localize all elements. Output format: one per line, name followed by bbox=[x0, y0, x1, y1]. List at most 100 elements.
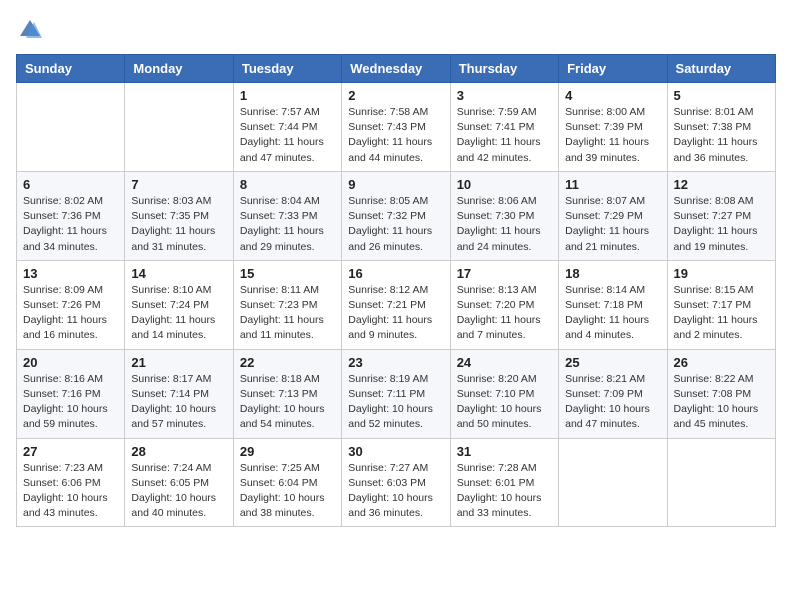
day-info: Sunrise: 8:14 AM Sunset: 7:18 PM Dayligh… bbox=[565, 283, 660, 344]
calendar-cell: 26 Sunrise: 8:22 AM Sunset: 7:08 PM Dayli… bbox=[667, 349, 775, 438]
calendar-cell: 24 Sunrise: 8:20 AM Sunset: 7:10 PM Dayli… bbox=[450, 349, 558, 438]
calendar-cell: 9 Sunrise: 8:05 AM Sunset: 7:32 PM Daylig… bbox=[342, 171, 450, 260]
day-number: 9 bbox=[348, 177, 443, 192]
calendar-cell: 22 Sunrise: 8:18 AM Sunset: 7:13 PM Dayli… bbox=[233, 349, 341, 438]
day-info: Sunrise: 8:02 AM Sunset: 7:36 PM Dayligh… bbox=[23, 194, 118, 255]
day-number: 24 bbox=[457, 355, 552, 370]
day-number: 1 bbox=[240, 88, 335, 103]
calendar-cell: 15 Sunrise: 8:11 AM Sunset: 7:23 PM Dayli… bbox=[233, 260, 341, 349]
day-info: Sunrise: 7:58 AM Sunset: 7:43 PM Dayligh… bbox=[348, 105, 443, 166]
day-info: Sunrise: 8:08 AM Sunset: 7:27 PM Dayligh… bbox=[674, 194, 769, 255]
calendar-cell: 31Sunrise: 7:28 AM Sunset: 6:01 PM Dayli… bbox=[450, 438, 558, 527]
day-info: Sunrise: 8:18 AM Sunset: 7:13 PM Dayligh… bbox=[240, 372, 335, 433]
calendar-cell: 1 Sunrise: 7:57 AM Sunset: 7:44 PM Daylig… bbox=[233, 83, 341, 172]
day-number: 14 bbox=[131, 266, 226, 281]
day-info: Sunrise: 8:07 AM Sunset: 7:29 PM Dayligh… bbox=[565, 194, 660, 255]
day-info: Sunrise: 8:05 AM Sunset: 7:32 PM Dayligh… bbox=[348, 194, 443, 255]
calendar-cell: 30 Sunrise: 7:27 AM Sunset: 6:03 PM Dayli… bbox=[342, 438, 450, 527]
day-info: Sunrise: 8:22 AM Sunset: 7:08 PM Dayligh… bbox=[674, 372, 769, 433]
page-header bbox=[16, 16, 776, 44]
day-info: Sunrise: 8:00 AM Sunset: 7:39 PM Dayligh… bbox=[565, 105, 660, 166]
weekday-header-friday: Friday bbox=[559, 55, 667, 83]
day-info: Sunrise: 7:23 AM Sunset: 6:06 PM Dayligh… bbox=[23, 461, 118, 522]
logo bbox=[16, 16, 48, 44]
day-number: 7 bbox=[131, 177, 226, 192]
day-info: Sunrise: 8:06 AM Sunset: 7:30 PM Dayligh… bbox=[457, 194, 552, 255]
day-info: Sunrise: 8:13 AM Sunset: 7:20 PM Dayligh… bbox=[457, 283, 552, 344]
day-info: Sunrise: 8:04 AM Sunset: 7:33 PM Dayligh… bbox=[240, 194, 335, 255]
calendar-cell: 7 Sunrise: 8:03 AM Sunset: 7:35 PM Daylig… bbox=[125, 171, 233, 260]
day-number: 12 bbox=[674, 177, 769, 192]
day-number: 18 bbox=[565, 266, 660, 281]
day-info: Sunrise: 8:21 AM Sunset: 7:09 PM Dayligh… bbox=[565, 372, 660, 433]
day-number: 5 bbox=[674, 88, 769, 103]
logo-icon bbox=[16, 16, 44, 44]
day-number: 13 bbox=[23, 266, 118, 281]
day-number: 30 bbox=[348, 444, 443, 459]
calendar-cell: 4 Sunrise: 8:00 AM Sunset: 7:39 PM Daylig… bbox=[559, 83, 667, 172]
day-number: 27 bbox=[23, 444, 118, 459]
calendar-cell: 23Sunrise: 8:19 AM Sunset: 7:11 PM Dayli… bbox=[342, 349, 450, 438]
calendar-cell bbox=[17, 83, 125, 172]
calendar-cell: 12 Sunrise: 8:08 AM Sunset: 7:27 PM Dayli… bbox=[667, 171, 775, 260]
calendar-week-3: 13 Sunrise: 8:09 AM Sunset: 7:26 PM Dayli… bbox=[17, 260, 776, 349]
day-number: 21 bbox=[131, 355, 226, 370]
calendar-cell: 25Sunrise: 8:21 AM Sunset: 7:09 PM Dayli… bbox=[559, 349, 667, 438]
day-info: Sunrise: 8:12 AM Sunset: 7:21 PM Dayligh… bbox=[348, 283, 443, 344]
day-info: Sunrise: 8:11 AM Sunset: 7:23 PM Dayligh… bbox=[240, 283, 335, 344]
day-info: Sunrise: 8:01 AM Sunset: 7:38 PM Dayligh… bbox=[674, 105, 769, 166]
day-number: 3 bbox=[457, 88, 552, 103]
day-info: Sunrise: 7:28 AM Sunset: 6:01 PM Dayligh… bbox=[457, 461, 552, 522]
day-info: Sunrise: 7:59 AM Sunset: 7:41 PM Dayligh… bbox=[457, 105, 552, 166]
calendar-cell: 17 Sunrise: 8:13 AM Sunset: 7:20 PM Dayli… bbox=[450, 260, 558, 349]
day-info: Sunrise: 7:25 AM Sunset: 6:04 PM Dayligh… bbox=[240, 461, 335, 522]
day-info: Sunrise: 8:20 AM Sunset: 7:10 PM Dayligh… bbox=[457, 372, 552, 433]
calendar-week-5: 27 Sunrise: 7:23 AM Sunset: 6:06 PM Dayli… bbox=[17, 438, 776, 527]
day-number: 11 bbox=[565, 177, 660, 192]
day-info: Sunrise: 7:27 AM Sunset: 6:03 PM Dayligh… bbox=[348, 461, 443, 522]
day-number: 29 bbox=[240, 444, 335, 459]
day-info: Sunrise: 8:03 AM Sunset: 7:35 PM Dayligh… bbox=[131, 194, 226, 255]
weekday-header-saturday: Saturday bbox=[667, 55, 775, 83]
calendar-cell: 8 Sunrise: 8:04 AM Sunset: 7:33 PM Daylig… bbox=[233, 171, 341, 260]
day-number: 17 bbox=[457, 266, 552, 281]
calendar-cell: 13 Sunrise: 8:09 AM Sunset: 7:26 PM Dayli… bbox=[17, 260, 125, 349]
day-info: Sunrise: 7:57 AM Sunset: 7:44 PM Dayligh… bbox=[240, 105, 335, 166]
day-number: 26 bbox=[674, 355, 769, 370]
weekday-header-sunday: Sunday bbox=[17, 55, 125, 83]
calendar-cell: 3 Sunrise: 7:59 AM Sunset: 7:41 PM Daylig… bbox=[450, 83, 558, 172]
calendar-cell bbox=[559, 438, 667, 527]
calendar-header-row: SundayMondayTuesdayWednesdayThursdayFrid… bbox=[17, 55, 776, 83]
day-number: 4 bbox=[565, 88, 660, 103]
calendar-cell: 28 Sunrise: 7:24 AM Sunset: 6:05 PM Dayli… bbox=[125, 438, 233, 527]
day-number: 8 bbox=[240, 177, 335, 192]
calendar-cell bbox=[125, 83, 233, 172]
calendar-cell: 20 Sunrise: 8:16 AM Sunset: 7:16 PM Dayli… bbox=[17, 349, 125, 438]
calendar-cell: 14 Sunrise: 8:10 AM Sunset: 7:24 PM Dayli… bbox=[125, 260, 233, 349]
calendar-cell: 6 Sunrise: 8:02 AM Sunset: 7:36 PM Daylig… bbox=[17, 171, 125, 260]
day-number: 6 bbox=[23, 177, 118, 192]
weekday-header-thursday: Thursday bbox=[450, 55, 558, 83]
weekday-header-monday: Monday bbox=[125, 55, 233, 83]
day-number: 15 bbox=[240, 266, 335, 281]
day-number: 28 bbox=[131, 444, 226, 459]
calendar-cell: 10Sunrise: 8:06 AM Sunset: 7:30 PM Dayli… bbox=[450, 171, 558, 260]
weekday-header-tuesday: Tuesday bbox=[233, 55, 341, 83]
day-number: 16 bbox=[348, 266, 443, 281]
day-info: Sunrise: 8:19 AM Sunset: 7:11 PM Dayligh… bbox=[348, 372, 443, 433]
calendar-week-4: 20 Sunrise: 8:16 AM Sunset: 7:16 PM Dayli… bbox=[17, 349, 776, 438]
day-info: Sunrise: 8:09 AM Sunset: 7:26 PM Dayligh… bbox=[23, 283, 118, 344]
day-info: Sunrise: 7:24 AM Sunset: 6:05 PM Dayligh… bbox=[131, 461, 226, 522]
calendar-cell: 29 Sunrise: 7:25 AM Sunset: 6:04 PM Dayli… bbox=[233, 438, 341, 527]
calendar-cell: 21Sunrise: 8:17 AM Sunset: 7:14 PM Dayli… bbox=[125, 349, 233, 438]
day-info: Sunrise: 8:16 AM Sunset: 7:16 PM Dayligh… bbox=[23, 372, 118, 433]
calendar-cell: 11 Sunrise: 8:07 AM Sunset: 7:29 PM Dayli… bbox=[559, 171, 667, 260]
calendar-cell: 5 Sunrise: 8:01 AM Sunset: 7:38 PM Daylig… bbox=[667, 83, 775, 172]
day-number: 22 bbox=[240, 355, 335, 370]
day-number: 20 bbox=[23, 355, 118, 370]
day-info: Sunrise: 8:10 AM Sunset: 7:24 PM Dayligh… bbox=[131, 283, 226, 344]
calendar-cell: 27 Sunrise: 7:23 AM Sunset: 6:06 PM Dayli… bbox=[17, 438, 125, 527]
calendar-cell: 16 Sunrise: 8:12 AM Sunset: 7:21 PM Dayli… bbox=[342, 260, 450, 349]
calendar-week-2: 6 Sunrise: 8:02 AM Sunset: 7:36 PM Daylig… bbox=[17, 171, 776, 260]
calendar-week-1: 1 Sunrise: 7:57 AM Sunset: 7:44 PM Daylig… bbox=[17, 83, 776, 172]
